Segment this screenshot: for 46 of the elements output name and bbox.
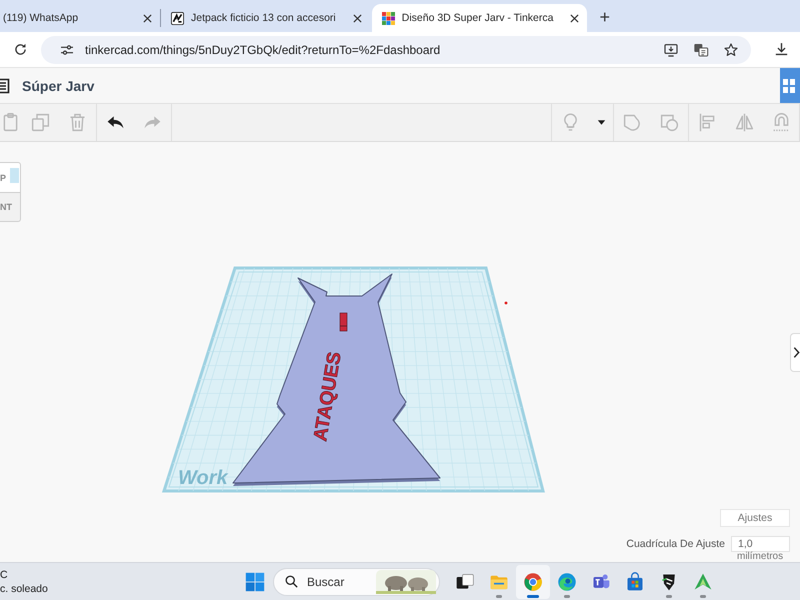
chevron-icon	[793, 346, 800, 359]
model-shape[interactable]	[232, 274, 440, 486]
tiles-favicon-icon	[382, 12, 395, 24]
new-tab-button[interactable]: +	[599, 7, 610, 27]
dot-icon	[504, 302, 508, 304]
grid-view-button[interactable]	[780, 68, 800, 103]
block-shape[interactable]	[340, 312, 348, 332]
design-title[interactable]: Súper Jarv	[22, 78, 94, 94]
face-highlight-icon	[10, 168, 19, 183]
browser-tab[interactable]: Diseño 3D Super Jarv - Tinkerca	[372, 4, 588, 32]
sketch-favicon-icon	[171, 12, 184, 24]
panel-toggle-button[interactable]	[790, 333, 800, 372]
browser-tab[interactable]: (119) WhatsApp	[0, 9, 161, 27]
triangle-arrow-icon	[693, 572, 713, 592]
snap-grid-unit: milímetros	[736, 552, 784, 562]
star-icon[interactable]	[723, 42, 739, 58]
merged-shapes-icon	[622, 112, 643, 133]
close-icon[interactable]	[570, 14, 580, 22]
square-circle-icon	[659, 112, 680, 133]
menu-icon[interactable]	[0, 78, 10, 94]
settings-button[interactable]: Ajustes	[720, 509, 790, 527]
address-bar[interactable]: tinkercad.com/things/5nDuy2TGbQk/edit?returnTo=%2Fdashboard	[41, 36, 751, 64]
weather-temperature[interactable]: C	[0, 568, 8, 582]
snap-grid-label: Cuadrícula De Ajuste	[626, 537, 725, 552]
mirror-icon	[734, 112, 755, 133]
close-icon[interactable]	[352, 14, 362, 22]
magnet-icon	[770, 112, 792, 133]
workplane-label: Work	[178, 467, 228, 489]
shopping-bag-icon	[625, 572, 645, 592]
install-icon[interactable]	[663, 42, 679, 58]
translate-icon[interactable]	[693, 42, 709, 58]
start-icon	[245, 572, 265, 592]
round-browser-icon	[523, 572, 543, 592]
search-icon	[284, 574, 299, 589]
browser-tab[interactable]: Jetpack ficticio 13 con accesori	[161, 4, 370, 32]
download-icon[interactable]	[773, 41, 790, 58]
close-icon[interactable]	[143, 14, 152, 22]
snap-grid-field[interactable]: 1,0	[731, 536, 790, 552]
grid-icon	[782, 76, 796, 94]
swirl-browser-icon	[557, 572, 577, 592]
animals-illustration	[375, 570, 437, 594]
task-view-icon	[455, 572, 475, 592]
search-box[interactable]: Buscar	[273, 568, 440, 596]
weather-condition[interactable]: c. soleado	[0, 582, 48, 596]
search-input[interactable]: Buscar	[307, 574, 375, 588]
stacked-squares-icon	[30, 112, 51, 133]
